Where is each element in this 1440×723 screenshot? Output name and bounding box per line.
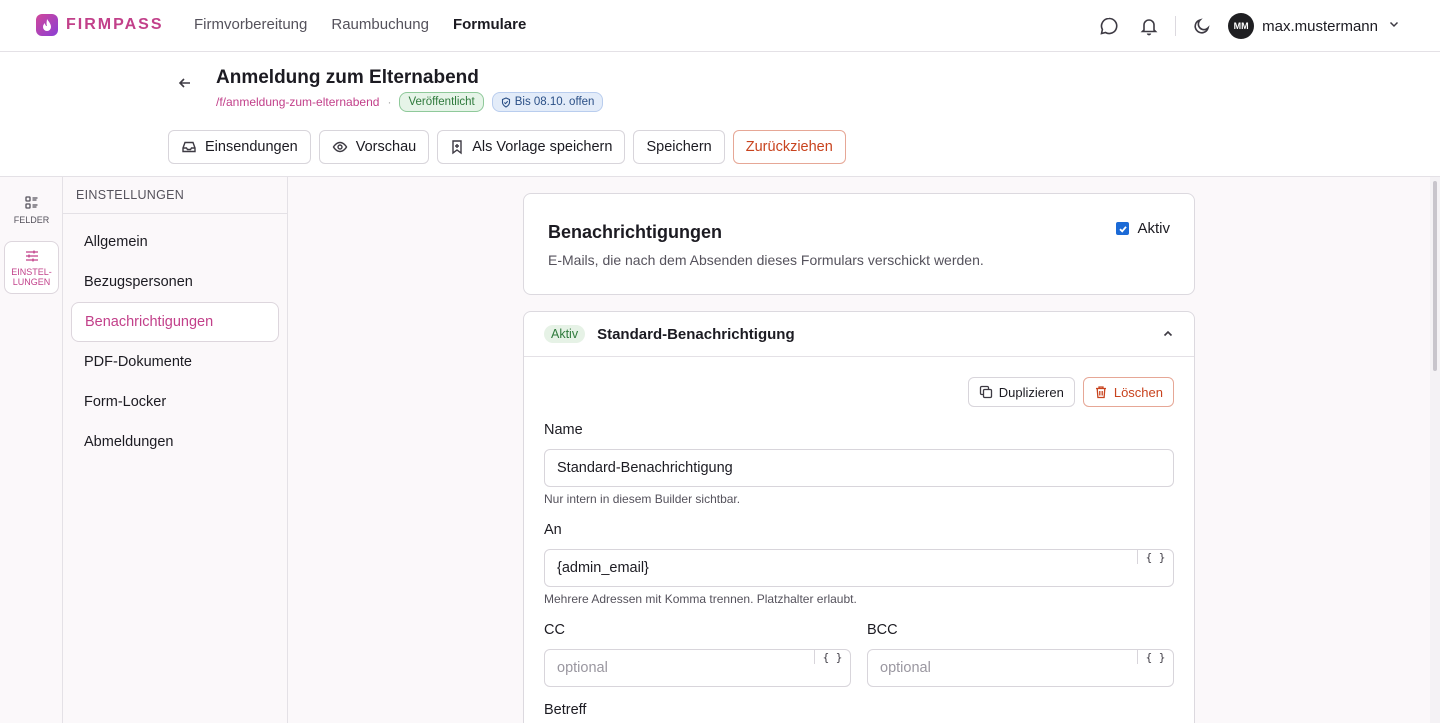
moon-icon[interactable] (1188, 12, 1216, 40)
rail-fields-label: FELDER (13, 215, 50, 225)
nav-link-raumbuchung[interactable]: Raumbuchung (331, 16, 429, 33)
username[interactable]: max.mustermann (1262, 18, 1378, 35)
cc-placeholder-picker-button[interactable]: { } (814, 650, 850, 664)
name-help: Nur intern in diesem Builder sichtbar. (544, 492, 741, 506)
notification-name: Standard-Benachrichtigung (597, 325, 795, 343)
delete-button[interactable]: Löschen (1082, 377, 1174, 407)
cc-label: CC (544, 622, 565, 638)
submissions-button[interactable]: Einsendungen (168, 130, 311, 164)
scrollbar[interactable] (1430, 177, 1440, 723)
nav-link-formulare[interactable]: Formulare (453, 16, 526, 33)
settings-item-allgemein[interactable]: Allgemein (71, 222, 279, 262)
eye-icon (332, 141, 348, 153)
rail-item-settings[interactable]: EINSTEL- LUNGEN (4, 241, 59, 294)
cc-input[interactable]: optional { } (544, 649, 851, 687)
brand-logo-icon (36, 14, 58, 36)
cc-placeholder: optional (557, 660, 608, 676)
shield-icon (501, 96, 510, 108)
copy-icon (979, 385, 992, 399)
notification-card: Aktiv Standard-Benachrichtigung Duplizie… (523, 311, 1195, 723)
back-arrow-icon[interactable] (176, 74, 196, 94)
scrollbar-thumb[interactable] (1433, 181, 1437, 371)
form-slug[interactable]: /f/anmeldung-zum-elternabend (216, 95, 379, 109)
main-content: Benachrichtigungen E-Mails, die nach dem… (288, 177, 1430, 723)
bell-icon[interactable] (1135, 12, 1163, 40)
active-label: Aktiv (1137, 220, 1170, 237)
nav-divider (1175, 16, 1177, 36)
notifications-title: Benachrichtigungen (548, 222, 723, 242)
rail-settings-label-1: EINSTEL- (11, 267, 52, 277)
settings-item-pdf-dokumente[interactable]: PDF-Dokumente (71, 342, 279, 382)
notifications-card: Benachrichtigungen E-Mails, die nach dem… (523, 193, 1195, 295)
preview-label: Vorschau (355, 139, 417, 155)
to-input[interactable]: {admin_email} { } (544, 549, 1174, 587)
withdraw-label: Zurückziehen (745, 139, 833, 155)
form-meta: /f/anmeldung-zum-elternabend · Veröffent… (216, 92, 604, 112)
to-value: {admin_email} (557, 560, 649, 576)
save-template-label: Als Vorlage speichern (472, 139, 613, 155)
notification-actions: Duplizieren Löschen (967, 377, 1174, 407)
chat-icon[interactable] (1095, 12, 1123, 40)
settings-item-abmeldungen[interactable]: Abmeldungen (71, 422, 279, 462)
fields-icon (24, 196, 37, 209)
notifications-description: E-Mails, die nach dem Absenden dieses Fo… (548, 252, 984, 268)
preview-button[interactable]: Vorschau (318, 130, 430, 164)
settings-sidebar: EINSTELLUNGEN Allgemein Bezugspersonen B… (63, 177, 288, 723)
rail-settings-label-2: LUNGEN (12, 277, 51, 287)
placeholder-picker-button[interactable]: { } (1137, 550, 1173, 564)
settings-title: EINSTELLUNGEN (63, 177, 287, 214)
submissions-label: Einsendungen (205, 139, 298, 155)
bcc-placeholder-picker-button[interactable]: { } (1137, 650, 1173, 664)
brand-name: FIRMPASS (66, 16, 164, 33)
settings-item-bezugspersonen[interactable]: Bezugspersonen (71, 262, 279, 302)
duplicate-button[interactable]: Duplizieren (967, 377, 1075, 407)
page-header: Anmeldung zum Elternabend /f/anmeldung-z… (0, 52, 1440, 177)
name-label: Name (544, 422, 583, 438)
to-help: Mehrere Adressen mit Komma trennen. Plat… (544, 592, 857, 606)
name-input[interactable]: Standard-Benachrichtigung (544, 449, 1174, 487)
save-label: Speichern (646, 139, 712, 155)
bookmark-plus-icon (452, 140, 462, 155)
chevron-down-icon[interactable] (1388, 17, 1400, 35)
withdraw-button[interactable]: Zurückziehen (732, 130, 846, 164)
brand[interactable]: FIRMPASS (36, 14, 163, 36)
subject-label: Betreff (544, 702, 587, 718)
nav-link-firmvorbereitung[interactable]: Firmvorbereitung (194, 16, 307, 33)
bcc-input[interactable]: optional { } (867, 649, 1174, 687)
separator-dot: · (387, 95, 392, 109)
deadline-text: Bis 08.10. offen (514, 96, 595, 108)
duplicate-label: Duplizieren (998, 384, 1064, 400)
action-bar: Einsendungen Vorschau Als Vorlage speich… (168, 130, 846, 164)
notifications-active-toggle[interactable]: Aktiv (1116, 220, 1170, 237)
delete-label: Löschen (1113, 384, 1163, 400)
inbox-icon (182, 141, 196, 153)
bcc-label: BCC (867, 622, 898, 638)
status-badge: Veröffentlicht (399, 92, 484, 112)
chevron-up-icon[interactable] (1162, 327, 1174, 345)
deadline-badge: Bis 08.10. offen (491, 92, 604, 112)
check-icon (1119, 225, 1127, 233)
save-button[interactable]: Speichern (633, 130, 725, 164)
settings-list: Allgemein Bezugspersonen Benachrichtigun… (63, 214, 287, 470)
avatar[interactable]: MM (1228, 13, 1255, 39)
main-nav: Firmvorbereitung Raumbuchung Formulare (194, 16, 526, 33)
sliders-icon (25, 250, 38, 262)
builder-rail: FELDER EINSTEL- LUNGEN (0, 177, 63, 723)
bcc-placeholder: optional (880, 660, 931, 676)
trash-icon (1095, 386, 1106, 399)
settings-item-benachrichtigungen[interactable]: Benachrichtigungen (71, 302, 279, 342)
rail-item-fields[interactable]: FELDER (4, 195, 59, 225)
active-checkbox[interactable] (1116, 222, 1130, 235)
notification-status-badge: Aktiv (544, 325, 586, 343)
page-title: Anmeldung zum Elternabend (216, 67, 479, 88)
notification-header[interactable]: Aktiv Standard-Benachrichtigung (524, 312, 1194, 357)
top-navbar: FIRMPASS Firmvorbereitung Raumbuchung Fo… (0, 0, 1440, 52)
nav-right: MM max.mustermann (1095, 12, 1400, 40)
settings-item-form-locker[interactable]: Form-Locker (71, 382, 279, 422)
to-label: An (544, 522, 562, 538)
save-template-button[interactable]: Als Vorlage speichern (437, 130, 626, 164)
